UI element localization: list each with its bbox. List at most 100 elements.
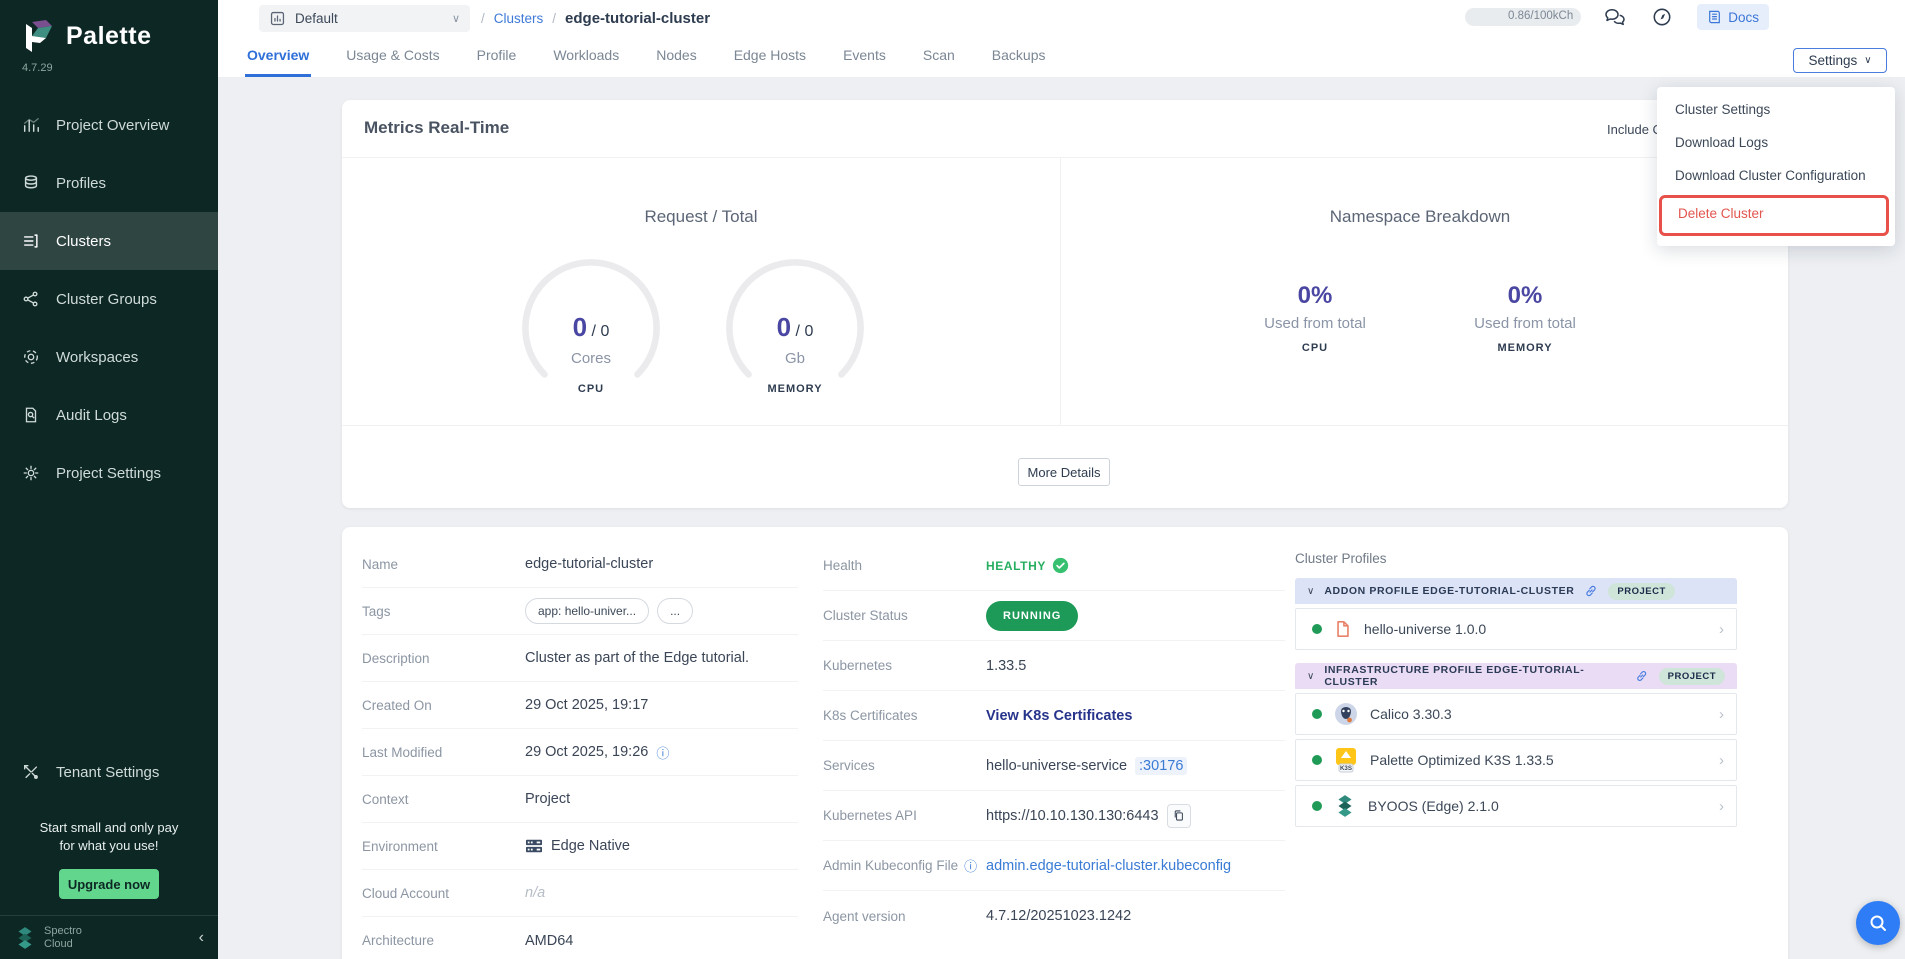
tab-events[interactable]: Events: [841, 47, 888, 77]
chevron-down-icon[interactable]: ∨: [1307, 671, 1314, 682]
sidebar-item-profiles[interactable]: Profiles: [0, 154, 218, 212]
tab-usage-costs[interactable]: Usage & Costs: [344, 47, 441, 77]
infrastructure-profile-name: INFRASTRUCTURE PROFILE EDGE-TUTORIAL-CLU…: [1324, 664, 1625, 688]
project-selector[interactable]: Default ∨: [259, 5, 470, 32]
sidebar-item-project-settings[interactable]: Project Settings: [0, 444, 218, 502]
sidebar-item-audit-logs[interactable]: Audit Logs: [0, 386, 218, 444]
details-middle-column: Health HEALTHY Cluster Status RUNNING Ku…: [823, 541, 1285, 941]
tag-overflow-pill[interactable]: ...: [657, 598, 693, 624]
health-status: HEALTHY: [986, 557, 1069, 574]
kubernetes-api-value: https://10.10.130.130:6443: [986, 808, 1159, 824]
detail-row-services: Services hello-universe-service :30176: [823, 741, 1285, 791]
addon-profile-header[interactable]: ∨ ADDON PROFILE EDGE-TUTORIAL-CLUSTER PR…: [1295, 578, 1737, 604]
tab-scan[interactable]: Scan: [921, 47, 957, 77]
link-icon[interactable]: [1584, 584, 1598, 598]
tab-workloads[interactable]: Workloads: [551, 47, 621, 77]
palette-logo-icon: [20, 16, 56, 56]
search-chat-icon: [1867, 912, 1889, 934]
infrastructure-profile-header[interactable]: ∨ INFRASTRUCTURE PROFILE EDGE-TUTORIAL-C…: [1295, 663, 1737, 689]
link-icon[interactable]: [1635, 669, 1648, 683]
menu-item-cluster-settings[interactable]: Cluster Settings: [1657, 93, 1895, 126]
byoos-icon: [1334, 794, 1356, 818]
check-circle-icon: [1052, 557, 1069, 574]
chevron-down-icon: ∨: [452, 12, 460, 25]
memory-sep: /: [796, 323, 800, 340]
memory-total: 0: [804, 323, 813, 340]
k8s-certificates-label: K8s Certificates: [823, 708, 986, 723]
memory-used-percent: 0%: [1415, 282, 1635, 310]
cpu-gauge-unit: Cores: [516, 350, 666, 367]
cluster-tabs: Overview Usage & Costs Profile Workloads…: [245, 47, 1048, 77]
info-icon[interactable]: ⓘ: [656, 743, 669, 762]
tab-backups[interactable]: Backups: [990, 47, 1048, 77]
tab-overview[interactable]: Overview: [245, 47, 311, 77]
chevron-down-icon[interactable]: ∨: [1307, 586, 1314, 597]
menu-item-download-logs[interactable]: Download Logs: [1657, 126, 1895, 159]
sidebar-nav: Project Overview Profiles Clusters Clust…: [0, 96, 218, 502]
chevron-right-icon: ›: [1719, 752, 1724, 769]
sidebar-item-cluster-groups[interactable]: Cluster Groups: [0, 270, 218, 328]
sidebar-item-label: Cluster Groups: [56, 291, 157, 308]
view-k8s-certificates-link[interactable]: View K8s Certificates: [986, 708, 1132, 724]
description-value: Cluster as part of the Edge tutorial.: [525, 650, 749, 666]
sidebar-item-tenant-settings[interactable]: Tenant Settings: [0, 743, 218, 801]
spectro-cloud-logo-icon: [14, 926, 36, 950]
memory-gauge-unit: Gb: [720, 350, 870, 367]
calico-icon: [1334, 702, 1358, 726]
service-port-link[interactable]: :30176: [1135, 757, 1187, 775]
sidebar-item-clusters[interactable]: Clusters: [0, 212, 218, 270]
sidebar-item-project-overview[interactable]: Project Overview: [0, 96, 218, 154]
menu-item-download-cluster-configuration[interactable]: Download Cluster Configuration: [1657, 159, 1895, 192]
info-icon[interactable]: ⓘ: [964, 856, 977, 875]
sidebar-collapse-chevron[interactable]: ‹: [199, 929, 204, 947]
last-modified-label: Last Modified: [362, 745, 525, 760]
tab-nodes[interactable]: Nodes: [654, 47, 698, 77]
upgrade-now-button[interactable]: Upgrade now: [59, 869, 159, 899]
detail-row-k8s-certificates: K8s Certificates View K8s Certificates: [823, 691, 1285, 741]
profile-layer-calico[interactable]: Calico 3.30.3 ›: [1295, 693, 1737, 735]
feedback-chat-icon[interactable]: [1603, 6, 1627, 28]
status-dot-green: [1312, 755, 1322, 765]
memory-gauge-value: 0 / 0: [720, 312, 870, 343]
breadcrumb-clusters-link[interactable]: Clusters: [494, 11, 544, 26]
memory-gauge-caption: MEMORY: [720, 383, 870, 395]
delete-cluster-highlight-box: Delete Cluster: [1659, 195, 1889, 236]
topbar: Default ∨ / Clusters / edge-tutorial-clu…: [218, 0, 1905, 77]
kubernetes-api-label: Kubernetes API: [823, 808, 986, 823]
network-icon: [22, 290, 40, 308]
profile-layer-k3s[interactable]: K3S Palette Optimized K3S 1.33.5 ›: [1295, 739, 1737, 781]
detail-row-cluster-status: Cluster Status RUNNING: [823, 591, 1285, 641]
menu-item-delete-cluster[interactable]: Delete Cluster: [1662, 198, 1886, 233]
cpu-total: 0: [600, 323, 609, 340]
cpu-gauge-caption: CPU: [516, 383, 666, 395]
kubeconfig-download-link[interactable]: admin.edge-tutorial-cluster.kubeconfig: [986, 858, 1231, 874]
audit-log-icon: [22, 406, 40, 424]
more-details-button[interactable]: More Details: [1018, 458, 1110, 486]
tab-edge-hosts[interactable]: Edge Hosts: [732, 47, 808, 77]
help-fab-button[interactable]: [1856, 901, 1900, 945]
sidebar-item-label: Clusters: [56, 233, 111, 250]
tag-pill[interactable]: app: hello-univer...: [525, 598, 649, 624]
namespace-memory-breakdown: 0% Used from total MEMORY: [1415, 282, 1635, 354]
environment-value: Edge Native: [551, 838, 630, 854]
cloud-account-value: n/a: [525, 885, 545, 901]
last-modified-value: 29 Oct 2025, 19:26: [525, 744, 648, 760]
copy-button[interactable]: [1167, 804, 1191, 828]
gear-icon: [22, 464, 40, 482]
detail-row-architecture: Architecture AMD64: [362, 917, 798, 959]
tab-profile[interactable]: Profile: [475, 47, 519, 77]
profile-layer-byoos[interactable]: BYOOS (Edge) 2.1.0 ›: [1295, 785, 1737, 827]
sidebar-item-workspaces[interactable]: Workspaces: [0, 328, 218, 386]
status-dot-green: [1312, 709, 1322, 719]
profile-layer-hello-universe[interactable]: hello-universe 1.0.0 ›: [1295, 608, 1737, 650]
architecture-value: AMD64: [525, 933, 573, 949]
detail-row-context: Context Project: [362, 776, 798, 823]
request-total-title: Request / Total: [551, 207, 851, 227]
copy-icon: [1172, 809, 1185, 822]
support-compass-icon[interactable]: [1651, 6, 1673, 28]
docs-button[interactable]: Docs: [1697, 4, 1769, 30]
settings-button[interactable]: Settings ∨: [1793, 48, 1887, 73]
architecture-label: Architecture: [362, 933, 525, 948]
details-left-column: Name edge-tutorial-cluster Tags app: hel…: [362, 541, 798, 959]
detail-row-admin-kubeconfig: Admin Kubeconfig File ⓘ admin.edge-tutor…: [823, 841, 1285, 891]
